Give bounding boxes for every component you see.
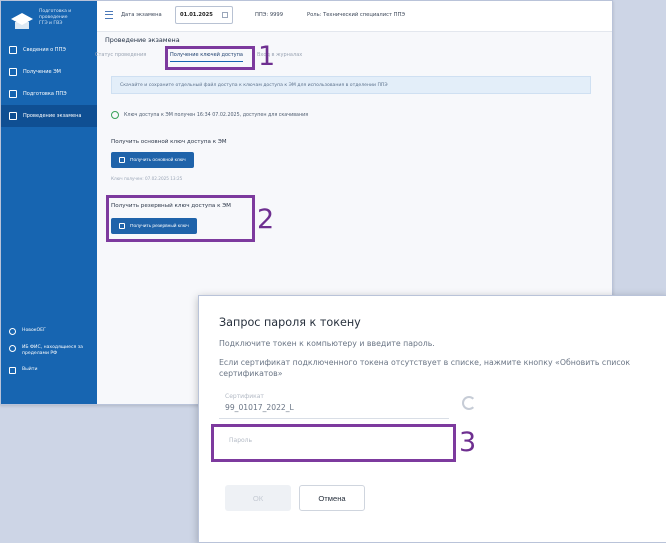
dialog-title: Запрос пароля к токену xyxy=(219,316,361,329)
user-name: НовокОЕГ xyxy=(22,328,46,333)
annotation-box-2 xyxy=(106,195,255,242)
date-label: Дата экзамена xyxy=(121,12,162,18)
sidebar-item-prepare-ppe[interactable]: Подготовка ППЭ xyxy=(1,83,97,105)
check-circle-icon xyxy=(111,111,119,119)
page-title: Проведение экзамена xyxy=(105,36,180,44)
ok-button[interactable]: ОК xyxy=(225,485,291,511)
download-icon xyxy=(9,68,17,76)
annotation-number-3: 3 xyxy=(459,427,477,458)
key-status-text: Ключ доступа к ЭМ получен 16:34 07.02.20… xyxy=(124,112,309,118)
info-icon xyxy=(9,345,16,352)
main-key-label: Получить основной ключ доступа к ЭМ xyxy=(111,139,227,145)
topbar: Дата экзамена 01.01.2025 ППЭ: 9999 Роль:… xyxy=(97,1,612,32)
annotation-box-3 xyxy=(211,424,456,462)
get-main-key-button-label: Получить основной ключ xyxy=(130,157,186,163)
lock-icon xyxy=(119,157,125,163)
info-banner: Скачайте и сохраните отдельный файл дост… xyxy=(111,76,591,94)
certificate-label: Сертификат xyxy=(225,393,264,400)
calendar-icon xyxy=(222,12,228,18)
document-icon xyxy=(9,112,17,120)
sidebar-item-label: Проведение экзамена xyxy=(23,113,82,119)
annotation-box-1 xyxy=(165,46,255,70)
sidebar: Подготовка и проведение ГГЭ и ГВЭ Сведен… xyxy=(1,1,97,404)
sidebar-item-ppe-info[interactable]: Сведения о ППЭ xyxy=(1,39,97,61)
settings-icon xyxy=(9,90,17,98)
date-value: 01.01.2025 xyxy=(180,12,213,18)
sidebar-nav: Сведения о ППЭ Получение ЭМ Подготовка П… xyxy=(1,39,97,127)
annotation-number-2: 2 xyxy=(257,204,275,235)
user-item[interactable]: НовокОЕГ xyxy=(1,328,97,335)
logout-label: Выйти xyxy=(22,367,38,372)
user-icon xyxy=(9,328,16,335)
cancel-button[interactable]: Отмена xyxy=(299,485,365,511)
info-item[interactable]: ИБ ФИС, находящиеся за пределами РФ xyxy=(1,345,97,357)
logo-text: Подготовка и проведение ГГЭ и ГВЭ xyxy=(39,9,72,26)
refresh-icon[interactable] xyxy=(462,396,476,410)
tab-status[interactable]: Статус проведения xyxy=(95,52,146,58)
dialog-hint: Если сертификат подключенного токена отс… xyxy=(219,358,631,378)
get-main-key-button[interactable]: Получить основной ключ xyxy=(111,152,194,168)
dialog-instruction: Подключите токен к компьютеру и введите … xyxy=(219,339,435,348)
menu-icon[interactable] xyxy=(105,11,113,19)
sidebar-item-label: Сведения о ППЭ xyxy=(23,47,66,53)
logo-icon xyxy=(11,13,33,29)
certificate-value: 99_01017_2022_L xyxy=(225,403,294,412)
sidebar-item-label: Подготовка ППЭ xyxy=(23,91,67,97)
sidebar-bottom: НовокОЕГ ИБ ФИС, находящиеся за пределам… xyxy=(1,328,97,384)
main-key-note: Ключ получен: 07.02.2025 13:25 xyxy=(111,176,183,181)
certificate-select[interactable]: Сертификат 99_01017_2022_L xyxy=(219,392,449,419)
logout-icon xyxy=(9,367,16,374)
user-role: Роль: Технический специалист ППЭ xyxy=(307,12,406,18)
key-status: Ключ доступа к ЭМ получен 16:34 07.02.20… xyxy=(111,111,308,119)
sidebar-item-label: Получение ЭМ xyxy=(23,69,61,75)
ppe-number: ППЭ: 9999 xyxy=(255,12,284,18)
monitor-icon xyxy=(9,46,17,54)
info-text: ИБ ФИС, находящиеся за пределами РФ xyxy=(22,345,83,356)
sidebar-item-receive-em[interactable]: Получение ЭМ xyxy=(1,61,97,83)
logout-item[interactable]: Выйти xyxy=(1,367,97,374)
logo: Подготовка и проведение ГГЭ и ГВЭ xyxy=(11,9,95,39)
sidebar-item-exam[interactable]: Проведение экзамена xyxy=(1,105,97,127)
annotation-number-1: 1 xyxy=(258,41,276,72)
date-picker[interactable]: 01.01.2025 xyxy=(175,6,233,24)
token-password-dialog: Запрос пароля к токену Подключите токен … xyxy=(198,295,666,543)
